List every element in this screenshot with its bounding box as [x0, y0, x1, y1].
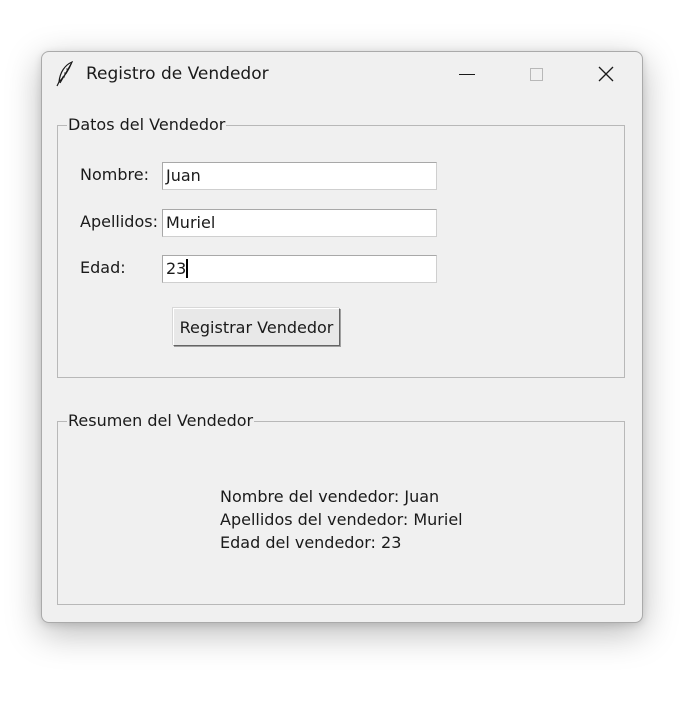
maximize-button[interactable]: [513, 52, 559, 96]
datos-frame: Datos del Vendedor Nombre: Juan Apellido…: [57, 115, 625, 378]
window-title: Registro de Vendedor: [86, 64, 269, 84]
nombre-label: Nombre:: [80, 165, 149, 184]
close-icon: [598, 66, 614, 82]
minimize-button[interactable]: [444, 52, 490, 96]
datos-frame-title: Datos del Vendedor: [67, 115, 227, 135]
title-bar[interactable]: Registro de Vendedor: [42, 52, 642, 96]
apellidos-input[interactable]: Muriel: [162, 209, 437, 237]
close-button[interactable]: [583, 52, 629, 96]
feather-icon: [56, 61, 74, 87]
register-button[interactable]: Registrar Vendedor: [173, 308, 340, 346]
summary-apellidos: Apellidos del vendedor: Muriel: [220, 510, 463, 529]
maximize-icon: [529, 67, 543, 81]
app-window: Registro de Vendedor Datos del Vendedor …: [41, 51, 643, 623]
apellidos-label: Apellidos:: [80, 212, 158, 231]
minimize-icon: [459, 73, 475, 75]
summary-edad: Edad del vendedor: 23: [220, 533, 402, 552]
edad-input[interactable]: 23: [162, 255, 437, 283]
text-caret: [186, 259, 189, 278]
edad-label: Edad:: [80, 258, 126, 277]
edad-value: 23: [166, 259, 187, 278]
nombre-input[interactable]: Juan: [162, 162, 437, 190]
resumen-frame: Resumen del Vendedor Nombre del vendedor…: [57, 411, 625, 605]
resumen-frame-title: Resumen del Vendedor: [67, 411, 255, 431]
summary-text: Nombre del vendedor: Juan Apellidos del …: [220, 485, 463, 554]
summary-nombre: Nombre del vendedor: Juan: [220, 487, 440, 506]
